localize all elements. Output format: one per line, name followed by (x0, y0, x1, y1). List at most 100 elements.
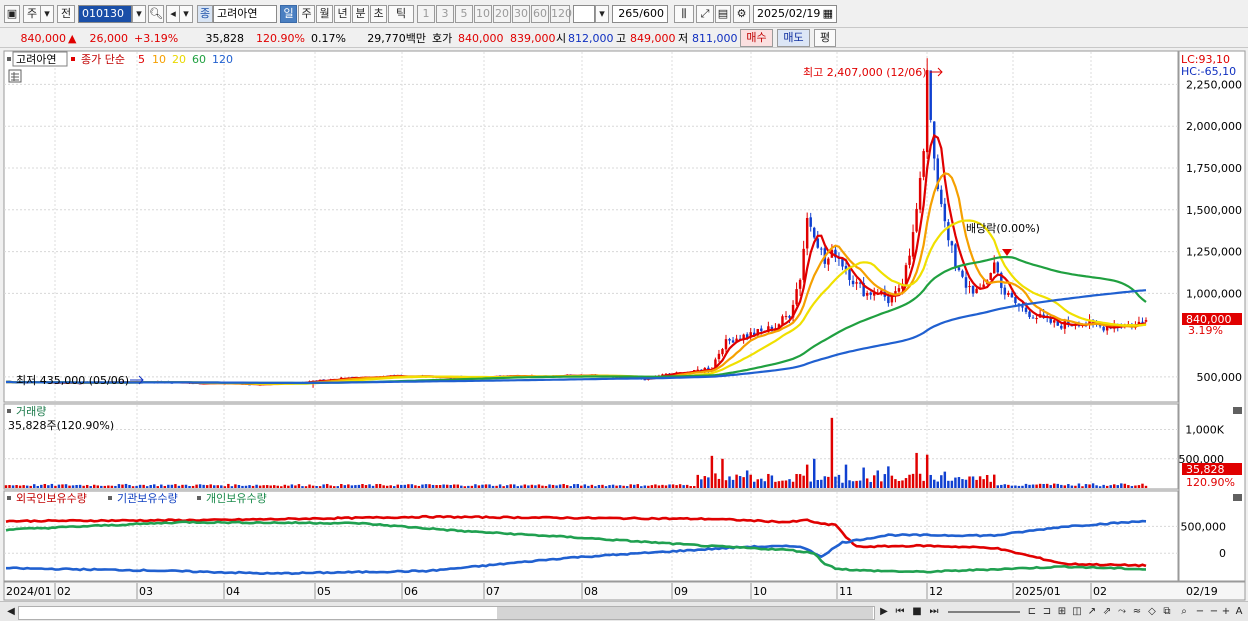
volume-tag-text: 35,828 (1186, 463, 1225, 476)
volume-bar (1098, 486, 1102, 488)
search-icon[interactable]: 🔍︎ (148, 5, 164, 23)
volume-bar (802, 475, 805, 488)
scroll-right-icon[interactable]: ▶ (877, 605, 891, 619)
interval-dropdown-icon[interactable]: ▾ (595, 5, 609, 23)
volume-panel-close-icon[interactable] (1233, 407, 1242, 414)
scroll-thumb[interactable] (497, 607, 873, 619)
candle-type-icon[interactable]: ⫼ (674, 5, 694, 23)
stock-chart[interactable]: 2,250,000 2,000,000 1,750,000 1,500,000 1,25… (0, 49, 1248, 601)
zoom-out-icon[interactable]: − (1193, 605, 1207, 619)
candle-body (1031, 317, 1035, 319)
candle-body (1144, 320, 1148, 322)
period-tab-month[interactable]: 월 (316, 5, 333, 23)
interval-button-1[interactable]: 1 (417, 5, 435, 23)
interval-label: 10 (476, 7, 490, 20)
volume-bar (661, 484, 664, 488)
buy-button[interactable]: 매수 (740, 29, 773, 47)
area-tool-icon[interactable]: ◫ (1070, 605, 1084, 619)
grid-tool-icon[interactable]: ⊞ (1055, 605, 1069, 619)
code-dropdown-icon[interactable]: ▾ (132, 5, 146, 23)
period-tab-year[interactable]: 년 (334, 5, 351, 23)
zoom-track[interactable] (948, 611, 1020, 613)
pct-tag-text: 3.19% (1188, 324, 1223, 337)
eval-button[interactable]: 평 (814, 29, 836, 47)
volume-bar (876, 470, 879, 488)
volume-bar (957, 477, 961, 488)
prev-button[interactable]: 전 (57, 5, 75, 23)
volume-bar (410, 484, 414, 488)
legend-bullet (108, 496, 112, 500)
box-tool-icon[interactable]: ⊐ (1040, 605, 1054, 619)
volume-bar (400, 484, 403, 488)
volume-bar (848, 480, 851, 488)
ask-price-value: 840,000 (458, 32, 504, 45)
period-tab-minute[interactable]: 분 (352, 5, 369, 23)
change-arrow-icon: ▲ (68, 32, 77, 45)
count-input[interactable]: 265/600 (612, 5, 668, 23)
volume-bar (47, 485, 50, 488)
market-select[interactable]: 주 (23, 5, 41, 23)
interval-button-20[interactable]: 20 (493, 5, 511, 23)
volume-bar (107, 485, 110, 488)
volume-bar (714, 473, 717, 488)
volume-bar (604, 486, 608, 488)
save-icon[interactable]: ▤ (715, 5, 731, 23)
copy-tool-icon[interactable]: ⧉ (1160, 605, 1174, 619)
zoom-icon[interactable]: ⌕ (1177, 605, 1191, 619)
interval-button-10[interactable]: 10 (474, 5, 492, 23)
shape-tool-icon[interactable]: ◇ (1145, 605, 1159, 619)
period-tab-second[interactable]: 초 (370, 5, 387, 23)
date-input[interactable]: 2025/02/19 ▦ (753, 5, 837, 23)
chevron-down-icon[interactable]: ▾ (41, 5, 54, 23)
window-menu-icon[interactable]: ▣ (4, 5, 20, 23)
volume-bar (629, 484, 632, 488)
interval-custom-input[interactable] (573, 5, 595, 23)
volume-bar (971, 476, 975, 488)
interval-button-60[interactable]: 60 (531, 5, 549, 23)
volume-bar (724, 480, 728, 488)
volume-bar (608, 485, 611, 488)
interval-button-30[interactable]: 30 (512, 5, 530, 23)
volume-bar (516, 486, 519, 488)
volume-bar (622, 485, 625, 488)
period-tab-day[interactable]: 일 (280, 5, 297, 23)
channel-tool-icon[interactable]: ⇗ (1100, 605, 1114, 619)
candle-body (1102, 326, 1105, 331)
period-tab-tick[interactable]: 틱 (388, 5, 414, 23)
scroll-track[interactable] (18, 606, 875, 620)
rewind-icon[interactable]: ⏮ (893, 605, 907, 619)
period-tab-week[interactable]: 주 (298, 5, 315, 23)
volume-bar (1070, 485, 1074, 488)
speaker-dropdown-icon[interactable]: ▾ (180, 5, 193, 23)
buy-button-label: 매수 (746, 31, 767, 44)
trend-tool-icon[interactable]: ↗ (1085, 605, 1099, 619)
fan-tool-icon[interactable]: ⤳ (1115, 605, 1129, 619)
volume-bar (428, 484, 431, 488)
holdings-panel-close-icon[interactable] (1233, 494, 1242, 501)
draw-tool-icon[interactable]: ⤢ (696, 5, 714, 23)
fast-forward-icon[interactable]: ⏭ (927, 605, 941, 619)
calendar-icon[interactable]: ▦ (823, 6, 833, 22)
zoom-in-icon[interactable]: + (1219, 605, 1233, 619)
line-tool-icon[interactable]: ⊏ (1025, 605, 1039, 619)
volume-bar (191, 485, 195, 488)
scroll-left-icon[interactable]: ◀ (4, 605, 18, 619)
volume-bar (788, 479, 791, 488)
stop-icon[interactable]: ■ (910, 605, 924, 619)
sell-button[interactable]: 매도 (777, 29, 810, 47)
volume-bar (1045, 483, 1049, 488)
stock-code-input[interactable]: 010130 (78, 5, 132, 23)
interval-button-5[interactable]: 5 (455, 5, 473, 23)
speaker-icon[interactable]: ◂ (166, 5, 180, 23)
interval-button-120[interactable]: 120 (550, 5, 572, 23)
volume-bar (467, 485, 470, 488)
volume-bar (251, 485, 255, 488)
volume-bar (947, 480, 950, 488)
interval-button-3[interactable]: 3 (436, 5, 454, 23)
chart-area[interactable]: 2,250,000 2,000,000 1,750,000 1,500,000 1,25… (0, 49, 1248, 601)
wave-tool-icon[interactable]: ≈ (1130, 605, 1144, 619)
stock-name-field[interactable]: 고려아연 (213, 5, 277, 23)
font-size-icon[interactable]: A (1232, 605, 1246, 619)
x-label: 08 (584, 585, 598, 598)
gear-icon[interactable]: ⚙ (733, 5, 750, 23)
